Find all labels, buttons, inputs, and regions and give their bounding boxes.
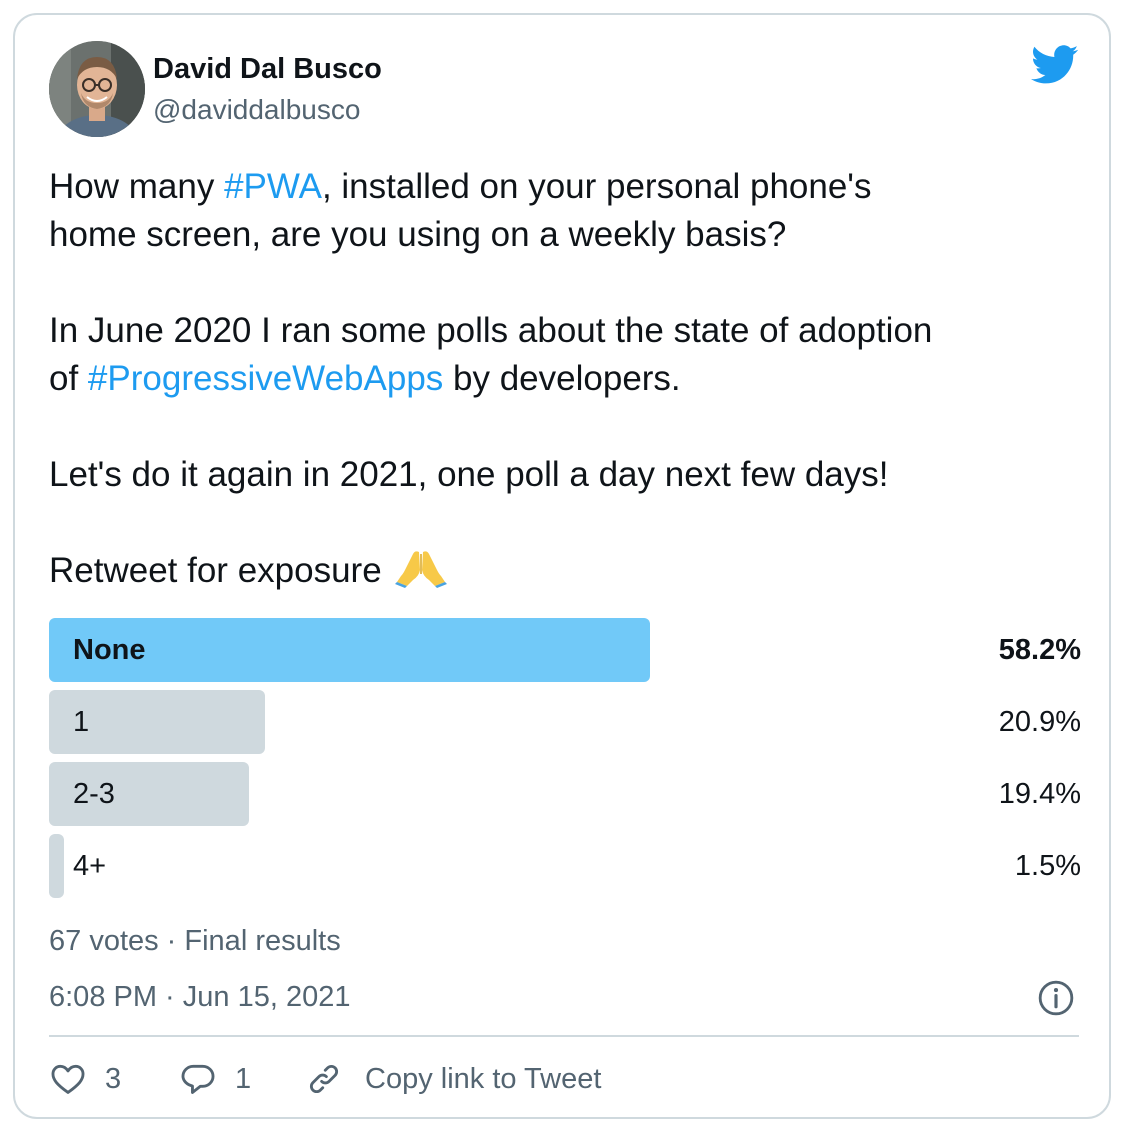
heart-icon xyxy=(51,1064,85,1094)
copy-link-label: Copy link to Tweet xyxy=(365,1063,602,1095)
tweet-line: Let's do it again in 2021, one poll a da… xyxy=(49,455,889,494)
poll-option-label: 4+ xyxy=(73,850,107,882)
tweet-timestamp[interactable]: 6:08 PM · Jun 15, 2021 xyxy=(49,979,350,1015)
text-span: How many xyxy=(49,167,225,206)
text-span: Retweet for exposure xyxy=(49,551,382,590)
folded-hands-emoji xyxy=(395,551,448,588)
reply-bubble-icon xyxy=(181,1064,215,1094)
tweet-line: home screen, are you using on a weekly b… xyxy=(49,215,787,254)
tweet-actions: 3 1 Copy link to Tweet xyxy=(49,1059,1079,1099)
text-span: , installed on your personal phone's xyxy=(321,167,872,206)
poll: None 58.2% 1 20.9% 2-3 19.4% 4+ 1.5% xyxy=(49,618,1081,906)
poll-option-label: 2-3 xyxy=(73,778,115,810)
tweet-line: Retweet for exposure xyxy=(49,547,1089,595)
like-button[interactable]: 3 xyxy=(49,1059,121,1099)
divider xyxy=(49,1035,1079,1037)
poll-option-percent: 1.5% xyxy=(1014,850,1081,882)
poll-option-label: None xyxy=(73,634,146,666)
info-icon[interactable] xyxy=(1037,979,1075,1017)
tweet-card: David Dal Busco @daviddalbusco How many … xyxy=(13,13,1111,1119)
poll-option: None 58.2% xyxy=(49,618,1081,682)
reply-count: 1 xyxy=(235,1063,252,1095)
text-span: of xyxy=(49,359,88,398)
poll-bar xyxy=(49,834,64,898)
author-name[interactable]: David Dal Busco xyxy=(153,51,382,87)
tweet-text: How many #PWA, installed on your persona… xyxy=(49,163,1089,595)
poll-option-percent: 58.2% xyxy=(998,634,1081,666)
poll-summary: 67 votes · Final results xyxy=(49,925,341,957)
like-count: 3 xyxy=(105,1063,122,1095)
author-handle[interactable]: @daviddalbusco xyxy=(153,93,360,127)
copy-link-button[interactable]: Copy link to Tweet xyxy=(305,1059,601,1099)
poll-option: 4+ 1.5% xyxy=(49,834,1081,898)
reply-button[interactable]: 1 xyxy=(179,1059,251,1099)
twitter-bird-icon[interactable] xyxy=(1031,45,1079,85)
poll-option: 2-3 19.4% xyxy=(49,762,1081,826)
hashtag-link[interactable]: #PWA xyxy=(224,167,322,206)
poll-option-label: 1 xyxy=(73,706,90,738)
poll-option-percent: 20.9% xyxy=(998,706,1081,738)
text-span: by developers. xyxy=(443,359,681,398)
hashtag-link[interactable]: #ProgressiveWebApps xyxy=(88,359,443,398)
poll-option-percent: 19.4% xyxy=(998,778,1081,810)
link-icon xyxy=(309,1064,339,1094)
tweet-line: How many #PWA, installed on your persona… xyxy=(49,163,1089,211)
avatar[interactable] xyxy=(49,41,145,137)
poll-option: 1 20.9% xyxy=(49,690,1081,754)
tweet-line: In June 2020 I ran some polls about the … xyxy=(49,311,933,350)
tweet-line: of #ProgressiveWebApps by developers. xyxy=(49,355,1089,403)
